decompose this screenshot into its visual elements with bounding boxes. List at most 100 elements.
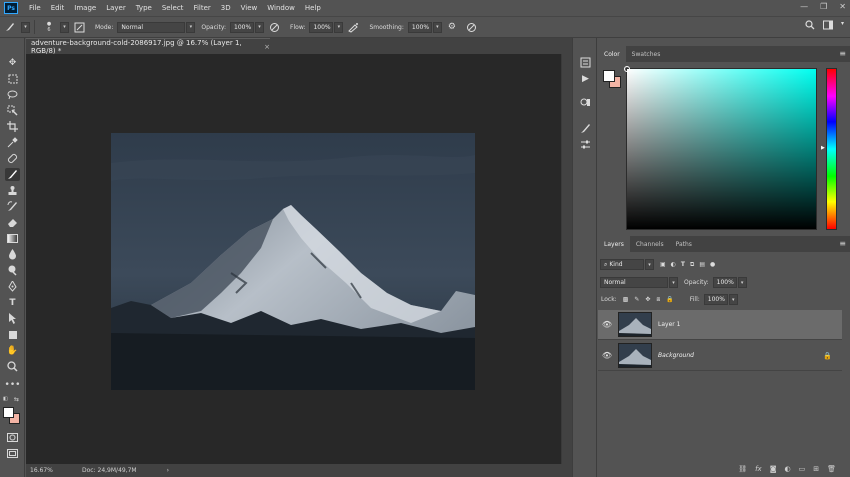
quick-selection-tool-icon[interactable] xyxy=(5,104,20,117)
clone-stamp-tool-icon[interactable] xyxy=(5,184,20,197)
history-panel-icon[interactable] xyxy=(578,56,593,69)
blend-mode-dropdown[interactable]: ▾ xyxy=(669,277,678,288)
tab-layers[interactable]: Layers xyxy=(598,236,630,252)
brush-settings-icon[interactable] xyxy=(578,122,593,135)
menu-image[interactable]: Image xyxy=(69,4,101,12)
menu-view[interactable]: View xyxy=(236,4,263,12)
smoothing-settings-gear-icon[interactable]: ⚙ xyxy=(446,21,458,33)
vertical-scrollbar[interactable] xyxy=(561,54,572,464)
screen-mode-icon[interactable] xyxy=(5,447,20,460)
layer-name[interactable]: Background xyxy=(658,352,694,359)
eraser-tool-icon[interactable] xyxy=(5,216,20,229)
history-brush-tool-icon[interactable] xyxy=(5,200,20,213)
status-menu-arrow[interactable]: › xyxy=(167,467,169,474)
mode-dropdown-arrow[interactable]: ▾ xyxy=(186,21,196,33)
close-window-button[interactable]: ✕ xyxy=(839,2,846,11)
layer-style-fx-icon[interactable]: fx xyxy=(755,465,762,473)
layer-row-background[interactable]: 👁 Background 🔒 xyxy=(598,341,842,371)
brush-picker-dropdown[interactable]: ▾ xyxy=(60,21,69,33)
menu-window[interactable]: Window xyxy=(262,4,300,12)
menu-edit[interactable]: Edit xyxy=(46,4,70,12)
lock-all-icon[interactable]: 🔒 xyxy=(666,296,673,303)
fill-dropdown[interactable]: ▾ xyxy=(728,294,738,305)
flow-dropdown-arrow[interactable]: ▾ xyxy=(334,21,344,33)
color-panel-menu-icon[interactable]: ≡ xyxy=(839,49,846,58)
fill-input[interactable]: 100% xyxy=(703,294,728,305)
brush-settings-panel-icon[interactable] xyxy=(73,21,85,33)
hand-tool-icon[interactable]: ✋ xyxy=(5,344,20,357)
type-tool-icon[interactable]: T xyxy=(5,296,20,309)
filter-shape-icon[interactable]: ⧉ xyxy=(690,261,694,269)
zoom-tool-icon[interactable] xyxy=(5,360,20,373)
delete-layer-trash-icon[interactable]: 🗑 xyxy=(827,465,836,473)
visibility-eye-icon[interactable]: 👁 xyxy=(598,351,616,360)
pen-tool-icon[interactable] xyxy=(5,280,20,293)
tab-color[interactable]: Color xyxy=(598,46,626,62)
menu-file[interactable]: File xyxy=(24,4,46,12)
pressure-size-icon[interactable] xyxy=(466,21,478,33)
tool-preset-dropdown[interactable]: ▾ xyxy=(21,21,30,33)
layer-opacity-input[interactable]: 100% xyxy=(712,277,737,288)
healing-brush-tool-icon[interactable] xyxy=(5,152,20,165)
visibility-eye-icon[interactable]: 👁 xyxy=(598,320,616,329)
actions-play-icon[interactable]: ▶ xyxy=(578,72,593,85)
lock-artboard-icon[interactable]: ⧈ xyxy=(656,296,660,304)
opacity-input[interactable]: 100% xyxy=(230,21,255,33)
airbrush-icon[interactable] xyxy=(347,21,359,33)
swap-colors-icon[interactable]: ⇆ xyxy=(14,396,19,403)
brush-tool-icon[interactable] xyxy=(5,168,20,181)
menu-type[interactable]: Type xyxy=(131,4,157,12)
menu-select[interactable]: Select xyxy=(157,4,189,12)
layers-panel-menu-icon[interactable]: ≡ xyxy=(839,239,846,248)
lock-pixels-icon[interactable]: ✎ xyxy=(634,296,639,303)
lock-transparent-icon[interactable]: ▩ xyxy=(623,296,629,303)
gradient-tool-icon[interactable] xyxy=(5,232,20,245)
filter-pixel-icon[interactable]: ▣ xyxy=(660,261,666,268)
menu-filter[interactable]: Filter xyxy=(188,4,215,12)
filter-adjustment-icon[interactable]: ◐ xyxy=(671,261,676,268)
link-layers-icon[interactable]: ⛓ xyxy=(738,465,747,473)
new-group-folder-icon[interactable]: ▭ xyxy=(799,465,806,473)
layer-row-layer-1[interactable]: 👁 Layer 1 xyxy=(598,310,842,340)
tab-channels[interactable]: Channels xyxy=(630,236,670,252)
workspace-switcher-icon[interactable] xyxy=(822,20,833,33)
workspace-dropdown-icon[interactable]: ▾ xyxy=(841,20,844,33)
crop-tool-icon[interactable] xyxy=(5,120,20,133)
lock-position-icon[interactable]: ✥ xyxy=(645,296,650,303)
zoom-level[interactable]: 16.67% xyxy=(30,467,72,474)
layer-name[interactable]: Layer 1 xyxy=(658,321,680,328)
color-picker-field[interactable] xyxy=(624,66,817,230)
menu-help[interactable]: Help xyxy=(300,4,326,12)
tab-swatches[interactable]: Swatches xyxy=(626,46,667,62)
brush-tool-preset-icon[interactable] xyxy=(4,21,16,33)
filter-kind-dropdown[interactable]: ▾ xyxy=(645,259,654,270)
new-layer-icon[interactable]: ⊞ xyxy=(813,465,819,473)
hue-slider-handle-icon[interactable]: ▶ xyxy=(821,145,825,151)
path-selection-tool-icon[interactable] xyxy=(5,312,20,325)
flow-input[interactable]: 100% xyxy=(309,21,334,33)
color-picker-cursor[interactable] xyxy=(624,66,630,72)
more-tools-icon[interactable]: ••• xyxy=(5,378,21,391)
adjustments-sliders-icon[interactable] xyxy=(578,138,593,151)
filter-smart-object-icon[interactable]: ▤ xyxy=(699,261,705,268)
default-colors-icon[interactable]: ◧ xyxy=(3,396,8,402)
blur-tool-icon[interactable] xyxy=(5,248,20,261)
quick-mask-icon[interactable] xyxy=(5,431,20,444)
menu-layer[interactable]: Layer xyxy=(101,4,131,12)
layer-opacity-dropdown[interactable]: ▾ xyxy=(737,277,747,288)
panel-foreground-swatch[interactable] xyxy=(603,70,615,82)
filter-toggle-icon[interactable]: ● xyxy=(710,261,715,268)
smoothing-input[interactable]: 100% xyxy=(407,21,432,33)
minimize-button[interactable]: — xyxy=(800,2,808,11)
pressure-opacity-icon[interactable] xyxy=(268,21,280,33)
blend-mode-select[interactable]: Normal xyxy=(600,277,668,288)
new-adjustment-layer-icon[interactable]: ◐ xyxy=(785,465,791,473)
eyedropper-tool-icon[interactable] xyxy=(5,136,20,149)
rectangle-tool-icon[interactable] xyxy=(5,328,20,341)
move-tool-icon[interactable]: ✥ xyxy=(5,56,20,69)
foreground-color-swatch[interactable] xyxy=(3,407,14,418)
brush-size-picker[interactable]: ● 6 xyxy=(43,21,55,33)
restore-button[interactable]: ❐ xyxy=(820,2,827,11)
tab-paths[interactable]: Paths xyxy=(670,236,698,252)
dodge-tool-icon[interactable] xyxy=(5,264,20,277)
